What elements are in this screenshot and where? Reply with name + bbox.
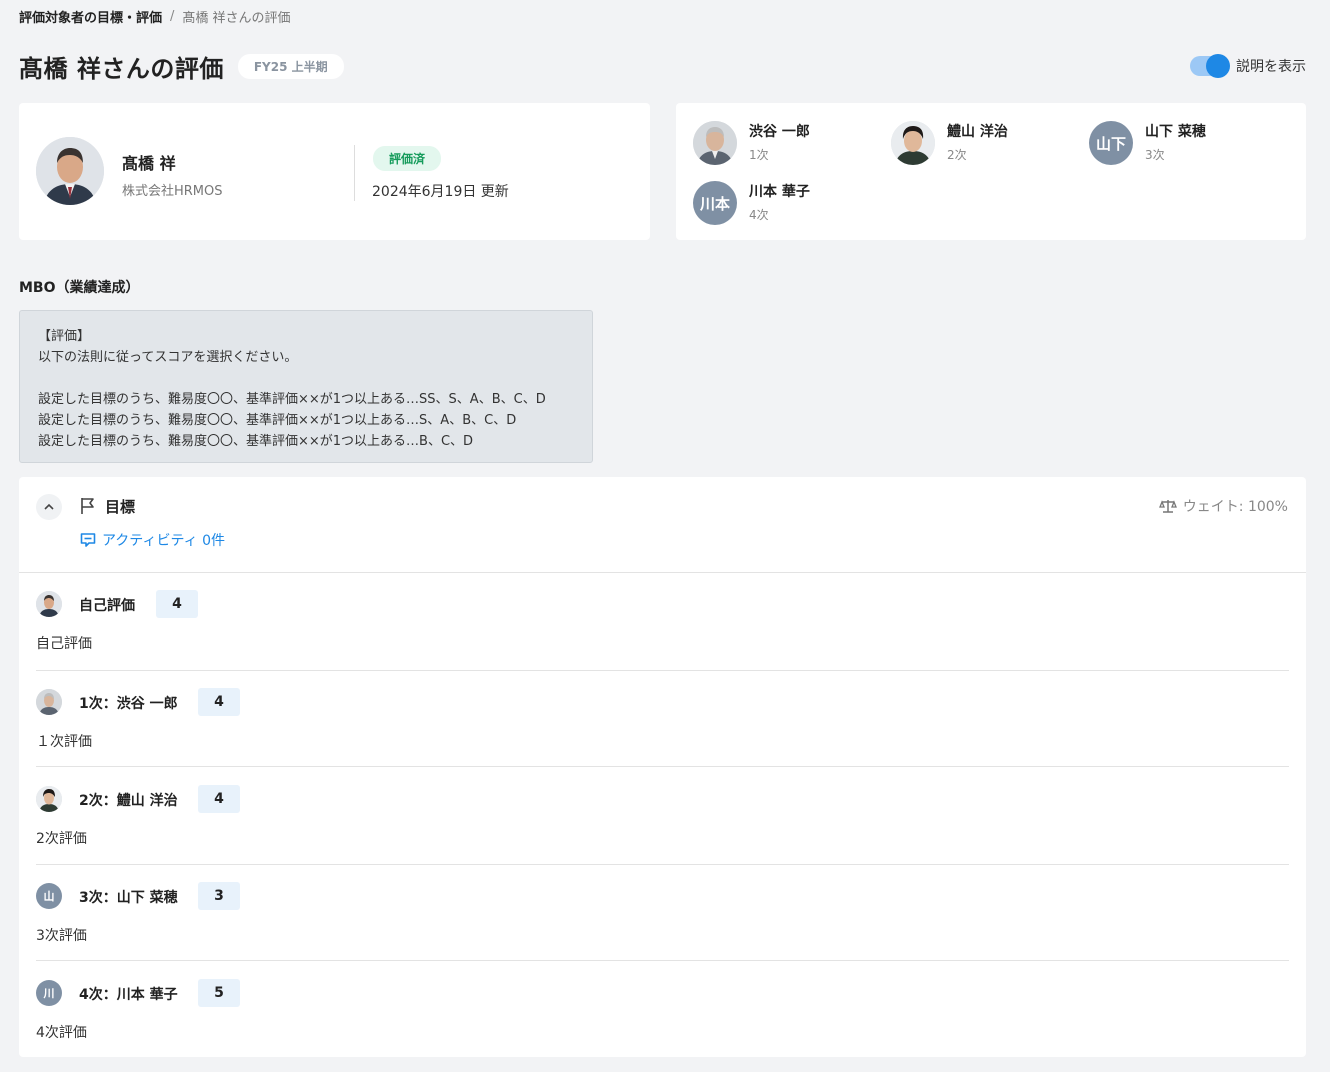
score-chip: 4 [156,590,198,618]
evaluator-4[interactable]: 川本 川本 華子 4次 [693,181,883,227]
status-badge: 評価済 [373,146,442,171]
activity-link[interactable]: アクティビティ 0件 [80,530,225,550]
instruction-line: 設定した目標のうち、難易度〇〇、基準評価××が1つ以上ある…B、C、D [38,434,474,449]
score-chip: 4 [198,688,240,716]
avatar [36,786,62,812]
evaluator-level: 4次 [749,208,769,222]
profile-company: 株式会社HRMOS [122,184,223,199]
profile-card: 髙橋 祥 株式会社HRMOS 評価済 2024年6月19日 更新 [19,103,650,240]
section-title: MBO（業績達成） [19,280,140,296]
profile-name: 髙橋 祥 [122,154,176,173]
period-badge: FY25 上半期 [237,53,344,79]
evaluator-2[interactable]: 鱧山 洋治 2次 [891,121,1081,167]
toggle-knob [1206,54,1230,78]
score-chip: 4 [198,785,240,813]
toggle-label: 説明を表示 [1236,59,1306,75]
evaluator-level: 3次 [1145,148,1165,162]
evaluator-3[interactable]: 山下 山下 菜穂 3次 [1089,121,1279,167]
divider [354,145,355,201]
evaluator-1[interactable]: 渋谷 一郎 1次 [693,121,883,167]
weight-value: ウェイト: 100% [1182,499,1288,515]
evaluation-label: 2次：鱧山 洋治 [79,793,178,809]
evaluation-label: 1次：渋谷 一郎 [79,696,178,712]
instruction-line: 以下の法則に従ってスコアを選択ください。 [38,350,298,365]
title-row: 髙橋 祥さんの評価 FY25 上半期 [19,48,344,84]
evaluator-level: 2次 [947,148,967,162]
activity-count: アクティビティ 0件 [102,533,225,549]
avatar: 川本 [693,181,737,225]
chevron-up-icon [44,503,54,510]
evaluation-row-2: 2次：鱧山 洋治 4 2次評価 [36,785,1289,865]
evaluation-comment: １次評価 [36,734,92,750]
evaluation-label: 3次：山下 菜穂 [79,890,178,906]
score-chip: 5 [198,979,240,1007]
avatar [36,137,104,205]
goal-header: 目標 アクティビティ 0件 ウェイト: 100% [19,477,1306,573]
instruction-line [38,368,574,389]
breadcrumb-parent-link[interactable]: 評価対象者の目標・評価 [19,7,162,26]
avatar [891,121,935,165]
avatar: 山下 [1089,121,1133,165]
breadcrumb: 評価対象者の目標・評価 / 髙橋 祥さんの評価 [19,6,291,26]
person-photo-icon [36,591,62,617]
avatar [36,689,62,715]
comment-icon [80,533,96,547]
avatar: 山 [36,883,62,909]
evaluator-name: 山下 菜穂 [1145,124,1206,140]
collapse-button[interactable] [36,494,62,520]
instruction-line: 【評価】 [38,329,91,344]
show-description-toggle-group: 説明を表示 [1190,54,1306,78]
evaluation-row-4: 川 4次：川本 華子 5 4次評価 [36,979,1289,1050]
weight-indicator: ウェイト: 100% [1158,496,1288,516]
evaluation-row-self: 自己評価 4 自己評価 [36,590,1289,671]
page-title: 髙橋 祥さんの評価 [19,54,224,83]
instruction-box: 【評価】 以下の法則に従ってスコアを選択ください。 設定した目標のうち、難易度〇… [19,310,593,463]
evaluation-row-3: 山 3次：山下 菜穂 3 3次評価 [36,882,1289,961]
avatar [693,121,737,165]
person-photo-icon [891,121,935,165]
goal-card: 目標 アクティビティ 0件 ウェイト: 100% 自己評価 4 自己評価 1次：… [19,477,1306,1057]
show-description-toggle[interactable] [1190,54,1230,78]
evaluation-comment: 自己評価 [36,636,92,652]
evaluation-label: 自己評価 [79,598,135,614]
instruction-line: 設定した目標のうち、難易度〇〇、基準評価××が1つ以上ある…S、A、B、C、D [38,413,517,428]
instruction-line: 設定した目標のうち、難易度〇〇、基準評価××が1つ以上ある…SS、S、A、B、C… [38,392,546,407]
person-photo-icon [36,137,104,205]
evaluation-label: 4次：川本 華子 [79,987,178,1003]
evaluation-comment: 4次評価 [36,1025,87,1041]
breadcrumb-separator: / [170,8,175,24]
evaluation-comment: 3次評価 [36,928,87,944]
evaluation-row-1: 1次：渋谷 一郎 4 １次評価 [36,688,1289,767]
person-photo-icon [36,689,62,715]
breadcrumb-current: 髙橋 祥さんの評価 [182,10,291,26]
flag-icon [81,498,94,514]
score-chip: 3 [198,882,240,910]
evaluator-name: 渋谷 一郎 [749,124,810,140]
person-photo-icon [36,786,62,812]
evaluators-card: 渋谷 一郎 1次 鱧山 洋治 2次 山下 山下 菜穂 3次 川本 川本 華子 4… [676,103,1306,240]
updated-date: 2024年6月19日 更新 [372,184,509,200]
evaluator-level: 1次 [749,148,769,162]
evaluator-name: 鱧山 洋治 [947,124,1008,140]
avatar [36,591,62,617]
evaluation-comment: 2次評価 [36,831,87,847]
goal-title: 目標 [105,498,136,516]
scale-icon [1158,500,1177,513]
person-photo-icon [693,121,737,165]
evaluator-name: 川本 華子 [749,184,810,200]
avatar: 川 [36,980,62,1006]
